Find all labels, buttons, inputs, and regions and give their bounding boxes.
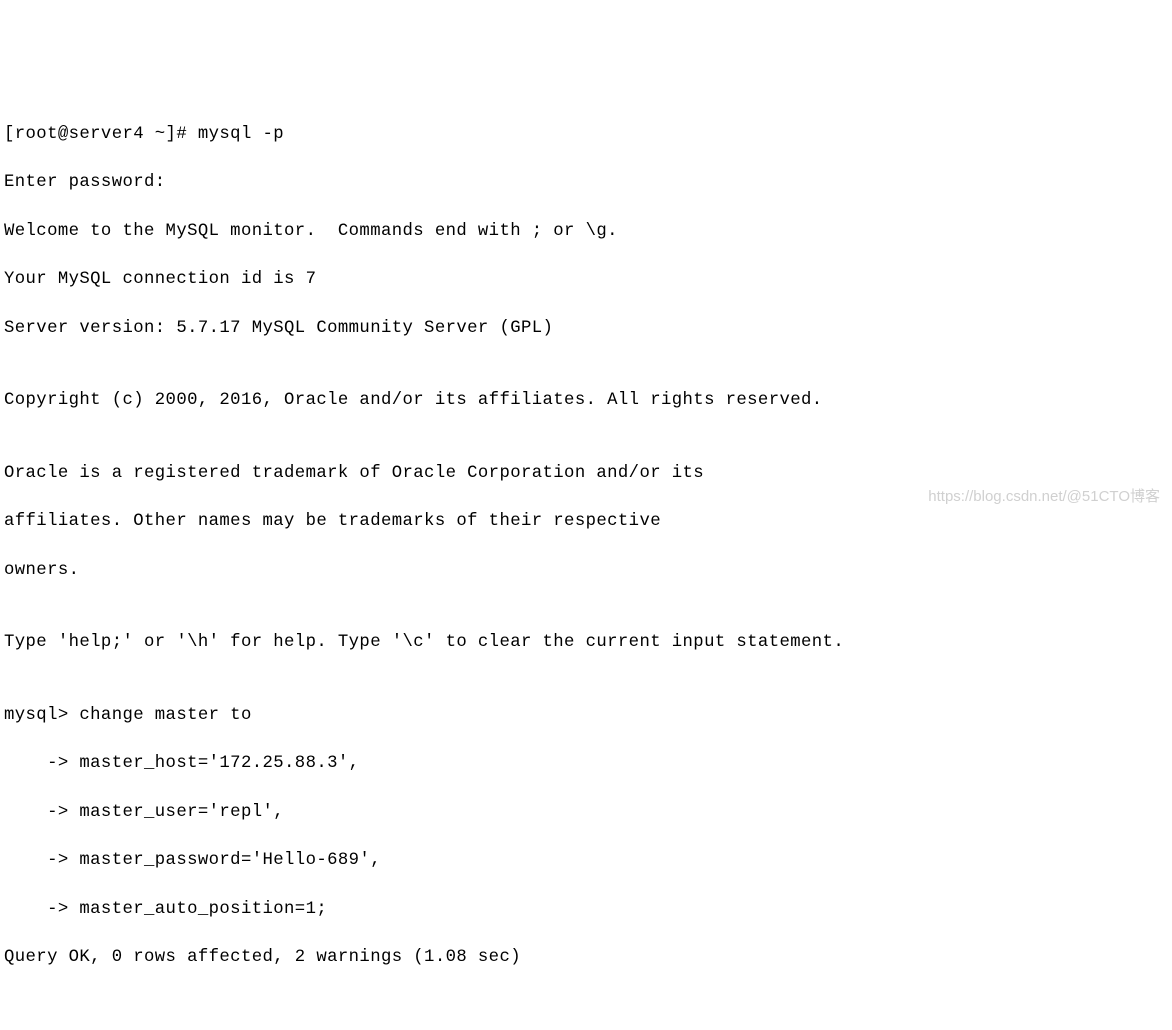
copyright-line: Copyright (c) 2000, 2016, Oracle and/or … [4, 389, 1168, 413]
sql-continuation-line: -> master_password='Hello-689', [4, 849, 1168, 873]
watermark-text: https://blog.csdn.net/@51CTO博客 [928, 485, 1160, 509]
sql-continuation-line: -> master_host='172.25.88.3', [4, 752, 1168, 776]
terminal-output: [root@server4 ~]# mysql -p Enter passwor… [4, 99, 1168, 995]
mysql-prompt-line: mysql> change master to [4, 704, 1168, 728]
sql-continuation-line: -> master_auto_position=1; [4, 898, 1168, 922]
sql-continuation-line: -> master_user='repl', [4, 801, 1168, 825]
shell-prompt-line: [root@server4 ~]# mysql -p [4, 123, 1168, 147]
help-line: Type 'help;' or '\h' for help. Type '\c'… [4, 631, 1168, 655]
trademark-line-1: Oracle is a registered trademark of Orac… [4, 462, 1168, 486]
connection-id-line: Your MySQL connection id is 7 [4, 268, 1168, 292]
password-prompt-line: Enter password: [4, 171, 1168, 195]
trademark-line-3: owners. [4, 559, 1168, 583]
welcome-line: Welcome to the MySQL monitor. Commands e… [4, 220, 1168, 244]
trademark-line-2: affiliates. Other names may be trademark… [4, 510, 1168, 534]
query-result-line: Query OK, 0 rows affected, 2 warnings (1… [4, 946, 1168, 970]
server-version-line: Server version: 5.7.17 MySQL Community S… [4, 317, 1168, 341]
